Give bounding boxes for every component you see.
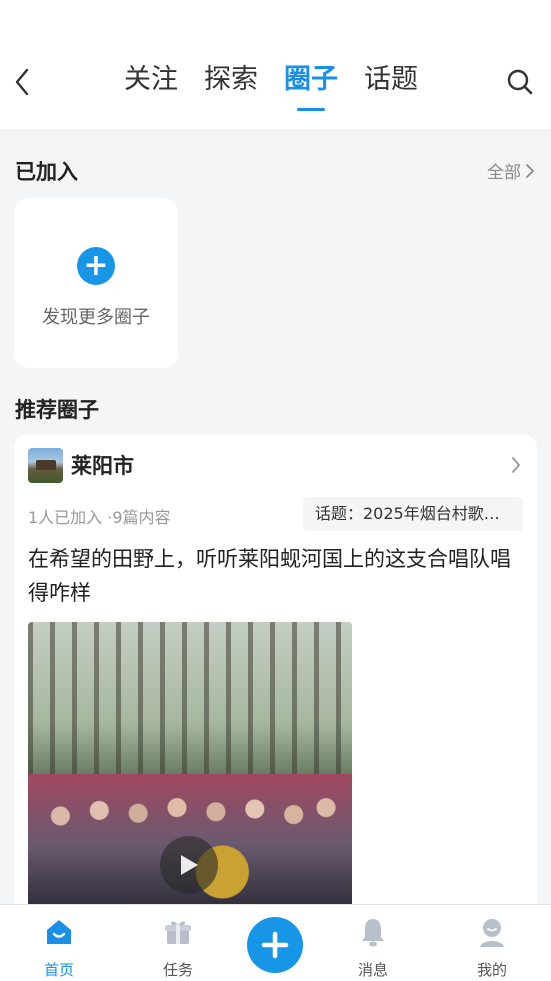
nav-profile[interactable]: 我的: [457, 915, 527, 980]
see-all-label: 全部: [487, 163, 521, 183]
see-all-link[interactable]: 全部: [487, 158, 535, 183]
plus-icon: [261, 931, 289, 959]
thumbnail-trees: [28, 622, 352, 798]
recommended-section-title: 推荐圈子: [15, 398, 99, 422]
post-title[interactable]: 在希望的田野上，听听莱阳蚬河国上的这支合唱队唱得咋样: [28, 542, 523, 610]
chevron-left-icon: [15, 68, 29, 96]
nav-profile-label: 我的: [476, 961, 507, 979]
bottom-navigation: 首页 任务 消息 我的: [0, 904, 551, 981]
circle-meta: 1人已加入 ·9篇内容: [28, 508, 171, 527]
nav-home-label: 首页: [43, 961, 74, 979]
discover-more-label: 发现更多圈子: [42, 307, 150, 328]
search-icon: [507, 69, 533, 95]
tab-follow[interactable]: 关注: [120, 58, 182, 114]
circle-name: 莱阳市: [71, 454, 134, 478]
joined-section-title: 已加入: [15, 160, 78, 184]
circle-header[interactable]: 莱阳市: [28, 447, 134, 483]
nav-messages-label: 消息: [357, 961, 388, 979]
recommended-circle-card[interactable]: 莱阳市 1人已加入 ·9篇内容 话题：2025年烟台村歌… 在希望的田野上，听听…: [14, 434, 537, 914]
top-tabs: 关注 探索 圈子 话题: [120, 58, 422, 114]
back-button[interactable]: [8, 64, 36, 100]
profile-icon: [480, 919, 504, 947]
circle-open-button[interactable]: [511, 456, 521, 478]
nav-home[interactable]: 首页: [24, 915, 94, 980]
play-button[interactable]: [160, 836, 218, 894]
chevron-right-icon: [526, 163, 534, 178]
tab-circles[interactable]: 圈子: [280, 58, 342, 114]
tab-topics[interactable]: 话题: [360, 58, 422, 114]
gift-icon: [165, 921, 191, 944]
play-icon: [181, 855, 198, 875]
search-button[interactable]: [502, 64, 538, 100]
topic-chip[interactable]: 话题：2025年烟台村歌…: [303, 497, 523, 531]
top-bar: 关注 探索 圈子 话题: [0, 0, 551, 129]
plus-icon: +: [77, 247, 115, 285]
nav-tasks[interactable]: 任务: [143, 915, 213, 980]
chevron-right-icon: [512, 457, 520, 473]
discover-more-circles-card[interactable]: + 发现更多圈子: [14, 198, 178, 368]
create-post-button[interactable]: [247, 917, 303, 973]
post-video-thumbnail[interactable]: [28, 622, 352, 914]
tab-explore[interactable]: 探索: [200, 58, 262, 114]
home-icon: [47, 920, 71, 944]
circle-avatar: [28, 447, 63, 483]
nav-tasks-label: 任务: [162, 961, 193, 979]
nav-messages[interactable]: 消息: [338, 915, 408, 980]
bell-icon: [362, 919, 384, 947]
